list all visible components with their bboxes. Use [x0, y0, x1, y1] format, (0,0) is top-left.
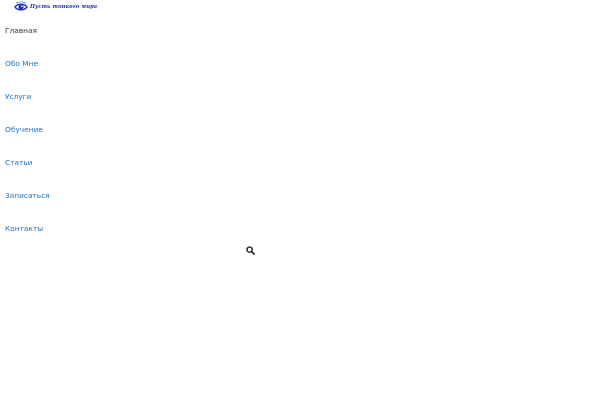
nav-item-articles: Статьи: [5, 154, 50, 187]
main-navigation: Главная Обо Мне Услуги Обучение Статьи З…: [5, 22, 50, 253]
nav-link-about[interactable]: Обо Мне: [5, 59, 38, 68]
page: Пусть тонкого мира Главная Обо Мне Услуг…: [0, 0, 600, 400]
nav-link-articles[interactable]: Статьи: [5, 158, 32, 167]
nav-link-contacts[interactable]: Контакты: [5, 224, 43, 233]
nav-link-training[interactable]: Обучение: [5, 125, 43, 134]
nav-item-home: Главная: [5, 22, 50, 55]
search-button[interactable]: [245, 245, 256, 256]
nav-item-services: Услуги: [5, 88, 50, 121]
nav-link-home[interactable]: Главная: [5, 26, 37, 35]
eye-icon: [14, 1, 28, 11]
nav-item-contacts: Контакты: [5, 220, 50, 253]
nav-item-about: Обо Мне: [5, 55, 50, 88]
nav-link-signup[interactable]: Записаться: [5, 191, 50, 200]
site-logo[interactable]: Пусть тонкого мира: [13, 0, 97, 14]
nav-item-signup: Записаться: [5, 187, 50, 220]
search-icon: [246, 246, 255, 255]
nav-item-training: Обучение: [5, 121, 50, 154]
logo-text: Пусть тонкого мира: [30, 4, 98, 10]
nav-link-services[interactable]: Услуги: [5, 92, 31, 101]
